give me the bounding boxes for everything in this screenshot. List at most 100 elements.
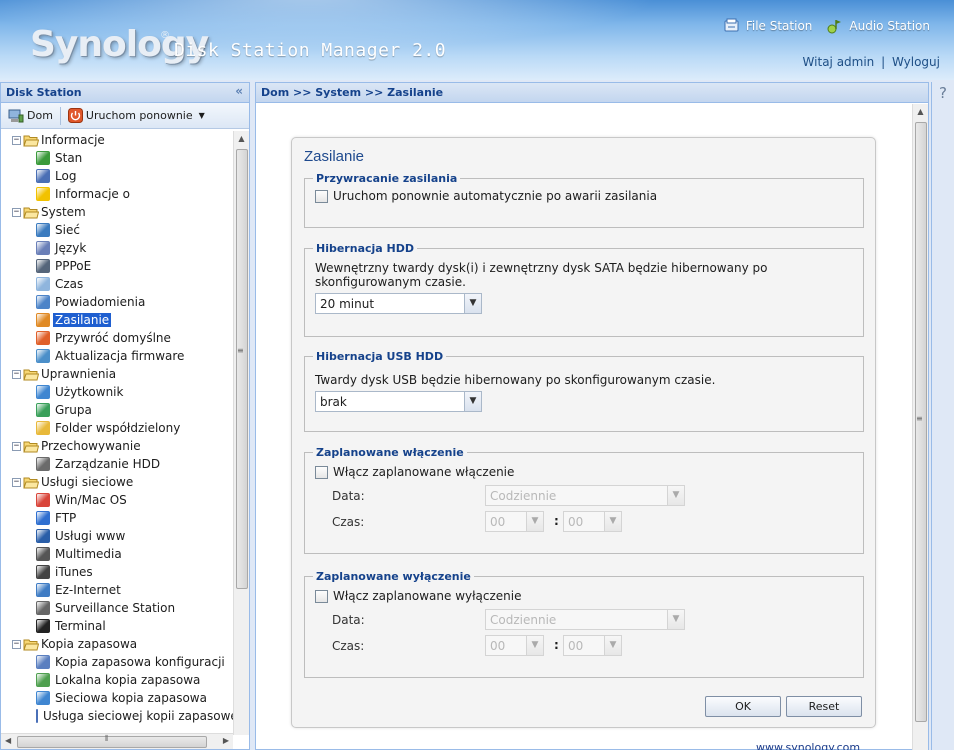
power-recovery-legend: Przywracanie zasilania: [316, 172, 458, 185]
power-off-date-value: Codziennie: [490, 612, 557, 627]
tree-item[interactable]: Grupa: [1, 401, 233, 419]
tree-group[interactable]: − Usługi sieciowe: [1, 473, 233, 491]
tree-label: Multimedia: [55, 547, 122, 561]
tree-item[interactable]: Log: [1, 167, 233, 185]
scroll-left-icon[interactable]: ◀: [5, 736, 11, 745]
tree-item[interactable]: Język: [1, 239, 233, 257]
tree-item[interactable]: Win/Mac OS: [1, 491, 233, 509]
group-icon: [36, 403, 50, 417]
tree-horizontal-scrollbar[interactable]: ◀ ⦀ ▶: [1, 733, 233, 749]
power-off-time-label: Czas:: [332, 639, 365, 653]
tree-item[interactable]: Aktualizacja firmware: [1, 347, 233, 365]
tree-vertical-scrollbar[interactable]: ▲ ≡: [233, 131, 249, 735]
chevron-down-icon[interactable]: ▼: [464, 294, 481, 313]
tree-label: Stan: [55, 151, 83, 165]
tree-item[interactable]: Stan: [1, 149, 233, 167]
collapse-toggle-icon[interactable]: −: [12, 477, 21, 487]
power-on-hour-select[interactable]: 00 ▼: [485, 511, 544, 532]
toolbar-separator: [59, 106, 61, 125]
power-off-date-select[interactable]: Codziennie ▼: [485, 609, 685, 630]
pppoe-icon: [36, 259, 50, 273]
logout-link[interactable]: Wyloguj: [892, 55, 940, 69]
main-scroll-grip-icon: ≡: [916, 414, 923, 423]
folder-open-icon: [23, 639, 39, 650]
tree-label: Surveillance Station: [55, 601, 176, 615]
tree-label: Kopia zapasowa konfiguracji: [55, 655, 225, 669]
ok-button[interactable]: OK: [705, 696, 781, 717]
scheduled-power-off-option: Włącz zaplanowane wyłączenie: [315, 589, 522, 603]
help-icon[interactable]: ?: [932, 84, 954, 102]
power-off-minute-select[interactable]: 00 ▼: [563, 635, 622, 656]
tree-item[interactable]: Surveillance Station: [1, 599, 233, 617]
auto-restart-checkbox[interactable]: [315, 189, 328, 203]
winmac-icon: [36, 493, 50, 507]
tree-hscroll-thumb[interactable]: [17, 736, 207, 748]
tree-label: Zarządzanie HDD: [55, 457, 161, 471]
tree-item[interactable]: Usługi www: [1, 527, 233, 545]
tree-group[interactable]: − Przechowywanie: [1, 437, 233, 455]
tree-item[interactable]: Multimedia: [1, 545, 233, 563]
scroll-up-icon[interactable]: ▲: [234, 131, 249, 147]
collapse-toggle-icon[interactable]: −: [12, 207, 21, 217]
collapse-panel-icon[interactable]: «: [235, 84, 243, 98]
tree-item[interactable]: Użytkownik: [1, 383, 233, 401]
collapse-toggle-icon[interactable]: −: [12, 441, 21, 451]
main-vertical-scrollbar[interactable]: ▲ ≡: [912, 104, 928, 750]
tree-item[interactable]: Usługa sieciowej kopii zapasowej: [1, 707, 233, 725]
chevron-down-icon[interactable]: ▼: [526, 636, 543, 655]
tree-item[interactable]: Informacje o: [1, 185, 233, 203]
hdd-hibernation-value: 20 minut: [320, 296, 375, 311]
chevron-down-icon[interactable]: ▼: [604, 512, 621, 531]
tree-item[interactable]: Przywróć domyślne: [1, 329, 233, 347]
audio-station-link[interactable]: Audio Station: [826, 18, 930, 34]
tree-group[interactable]: − System: [1, 203, 233, 221]
tree-scroll-thumb[interactable]: [236, 149, 248, 589]
tree-item[interactable]: Ez-Internet: [1, 581, 233, 599]
tree-item[interactable]: Terminal: [1, 617, 233, 635]
tree-item[interactable]: Czas: [1, 275, 233, 293]
tree-label: PPPoE: [55, 259, 92, 273]
tree-label: Sieciowa kopia zapasowa: [55, 691, 207, 705]
synology-website-link[interactable]: www.synology.com: [756, 741, 860, 750]
collapse-toggle-icon[interactable]: −: [12, 639, 21, 649]
tree-item[interactable]: Sieć: [1, 221, 233, 239]
tree-group[interactable]: − Informacje: [1, 131, 233, 149]
chevron-down-icon[interactable]: ▼: [464, 392, 481, 411]
chevron-down-icon[interactable]: ▼: [604, 636, 621, 655]
tree-item[interactable]: Zarządzanie HDD: [1, 455, 233, 473]
power-on-minute-select[interactable]: 00 ▼: [563, 511, 622, 532]
tree-item[interactable]: Kopia zapasowa konfiguracji: [1, 653, 233, 671]
scheduled-power-on-label: Włącz zaplanowane włączenie: [333, 465, 515, 479]
restart-button[interactable]: Uruchom ponownie ▼: [65, 106, 208, 125]
tree-item[interactable]: PPPoE: [1, 257, 233, 275]
tree-group[interactable]: − Kopia zapasowa: [1, 635, 233, 653]
collapse-toggle-icon[interactable]: −: [12, 135, 21, 145]
power-on-date-select[interactable]: Codziennie ▼: [485, 485, 685, 506]
file-station-label: File Station: [745, 19, 813, 33]
hdd-hibernation-select[interactable]: 20 minut ▼: [315, 293, 482, 314]
collapse-toggle-icon[interactable]: −: [12, 369, 21, 379]
tree-label: Usługa sieciowej kopii zapasowej: [43, 709, 233, 723]
scheduled-power-on-checkbox[interactable]: [315, 465, 328, 479]
tree-item[interactable]: iTunes: [1, 563, 233, 581]
file-station-link[interactable]: File Station: [723, 18, 813, 34]
tree-item[interactable]: FTP: [1, 509, 233, 527]
tree-item[interactable]: Lokalna kopia zapasowa: [1, 671, 233, 689]
tree-item[interactable]: Powiadomienia: [1, 293, 233, 311]
tree-item[interactable]: Folder współdzielony: [1, 419, 233, 437]
main-scroll-up-icon[interactable]: ▲: [913, 104, 928, 120]
chevron-down-icon[interactable]: ▼: [667, 486, 684, 505]
scroll-right-icon[interactable]: ▶: [223, 736, 229, 745]
tree-item[interactable]: Zasilanie: [1, 311, 233, 329]
tree-group[interactable]: − Uprawnienia: [1, 365, 233, 383]
tree-item[interactable]: Sieciowa kopia zapasowa: [1, 689, 233, 707]
network-backup-icon: [36, 691, 50, 705]
reset-button[interactable]: Reset: [786, 696, 862, 717]
usb-hibernation-select[interactable]: brak ▼: [315, 391, 482, 412]
chevron-down-icon[interactable]: ▼: [667, 610, 684, 629]
home-button[interactable]: Dom: [5, 107, 56, 125]
scheduled-power-off-checkbox[interactable]: [315, 589, 328, 603]
info-bulb-icon: [36, 187, 50, 201]
chevron-down-icon[interactable]: ▼: [526, 512, 543, 531]
power-off-hour-select[interactable]: 00 ▼: [485, 635, 544, 656]
